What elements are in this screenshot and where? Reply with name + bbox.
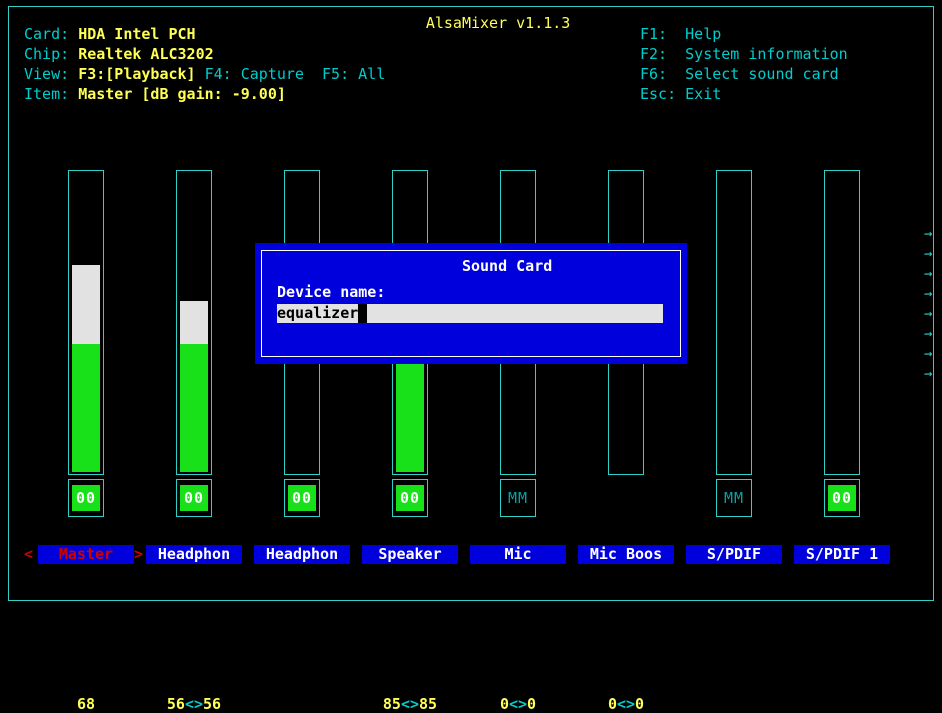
channel-value-readout: 68 xyxy=(48,696,124,712)
channel-value-readout: 56<>56 xyxy=(156,696,232,712)
channel-value-separator: <> xyxy=(184,695,204,713)
scroll-right-arrow-icon[interactable]: → xyxy=(924,304,940,324)
channel-name-label[interactable]: Mic Boos xyxy=(578,545,674,564)
channel-mute-indicator: MM xyxy=(507,488,529,507)
next-channel-arrow[interactable]: > xyxy=(134,545,144,564)
channel-name-label[interactable]: S/PDIF xyxy=(686,545,782,564)
channel-strip[interactable]: MM xyxy=(696,170,772,517)
channel-value-readout: 0<>0 xyxy=(588,696,664,712)
channel-mute-box[interactable]: 00 xyxy=(392,479,428,517)
channel-mute-indicator: 00 xyxy=(396,485,424,511)
channel-value-right: 85 xyxy=(419,695,438,713)
device-name-input[interactable]: equalizer xyxy=(277,304,663,323)
channel-value-right: 0 xyxy=(635,695,645,713)
channel-strip[interactable]: 00 56<>56 xyxy=(156,170,232,712)
channel-mute-indicator: 00 xyxy=(180,485,208,511)
scroll-right-arrows[interactable]: → → → → → → → → xyxy=(924,224,940,384)
channel-mute-indicator: 00 xyxy=(72,485,100,511)
channel-name-label[interactable]: Mic xyxy=(470,545,566,564)
channel-mute-box[interactable]: 00 xyxy=(284,479,320,517)
channel-name-label[interactable]: S/PDIF 1 xyxy=(794,545,890,564)
alsamixer-terminal: AlsaMixer v1.1.3 Card: HDA Intel PCH Chi… xyxy=(0,0,942,712)
sound-card-dialog[interactable]: Sound Card Device name: equalizer xyxy=(255,243,687,364)
scroll-right-arrow-icon[interactable]: → xyxy=(924,364,940,384)
volume-level-fill xyxy=(180,344,208,472)
volume-slider[interactable] xyxy=(824,170,860,475)
volume-level-fill xyxy=(396,362,424,472)
channel-value-left: 85 xyxy=(382,695,401,713)
channel-value-right: 0 xyxy=(527,695,537,713)
channel-value-right: 56 xyxy=(203,695,222,713)
channel-name-label[interactable]: Headphon xyxy=(254,545,350,564)
channel-mute-indicator: MM xyxy=(723,488,745,507)
channel-name-label[interactable]: Headphon xyxy=(146,545,242,564)
volume-headroom-fill xyxy=(180,301,208,344)
scroll-right-arrow-icon[interactable]: → xyxy=(924,324,940,344)
channel-mute-indicator: 00 xyxy=(288,485,316,511)
channel-strip[interactable]: 00 xyxy=(804,170,880,517)
channel-value-separator: <> xyxy=(616,695,636,713)
channel-mute-box[interactable]: MM xyxy=(500,479,536,517)
channel-mute-box[interactable]: 00 xyxy=(68,479,104,517)
channel-mute-box[interactable]: 00 xyxy=(176,479,212,517)
volume-slider[interactable] xyxy=(716,170,752,475)
scroll-right-arrow-icon[interactable]: → xyxy=(924,244,940,264)
scroll-right-arrow-icon[interactable]: → xyxy=(924,344,940,364)
channel-value-separator: <> xyxy=(508,695,528,713)
volume-slider[interactable] xyxy=(176,170,212,475)
volume-headroom-fill xyxy=(72,265,100,344)
channel-mute-indicator: 00 xyxy=(828,485,856,511)
dialog-title-text: Sound Card xyxy=(453,257,561,275)
scroll-right-arrow-icon[interactable]: → xyxy=(924,224,940,244)
prev-channel-arrow[interactable]: < xyxy=(24,545,34,564)
channel-value-left: 0 xyxy=(607,695,617,713)
scroll-right-arrow-icon[interactable]: → xyxy=(924,264,940,284)
channel-name-label[interactable]: Speaker xyxy=(362,545,458,564)
channel-strip[interactable]: 00 68 xyxy=(48,170,124,712)
volume-level-fill xyxy=(72,344,100,472)
text-cursor xyxy=(358,304,368,323)
device-name-label: Device name: xyxy=(277,283,386,301)
scroll-right-arrow-icon[interactable]: → xyxy=(924,284,940,304)
channel-value-separator: <> xyxy=(400,695,420,713)
channel-name-label[interactable]: Master xyxy=(38,545,134,564)
channel-mute-box[interactable]: 00 xyxy=(824,479,860,517)
channel-value-left: 0 xyxy=(499,695,509,713)
channel-value: 68 xyxy=(76,695,96,713)
channel-mute-box[interactable]: MM xyxy=(716,479,752,517)
volume-slider[interactable] xyxy=(68,170,104,475)
channel-value-left: 56 xyxy=(166,695,185,713)
channel-value-readout: 85<>85 xyxy=(372,696,448,712)
channel-value-readout: 0<>0 xyxy=(480,696,556,712)
device-name-value: equalizer xyxy=(277,304,359,323)
